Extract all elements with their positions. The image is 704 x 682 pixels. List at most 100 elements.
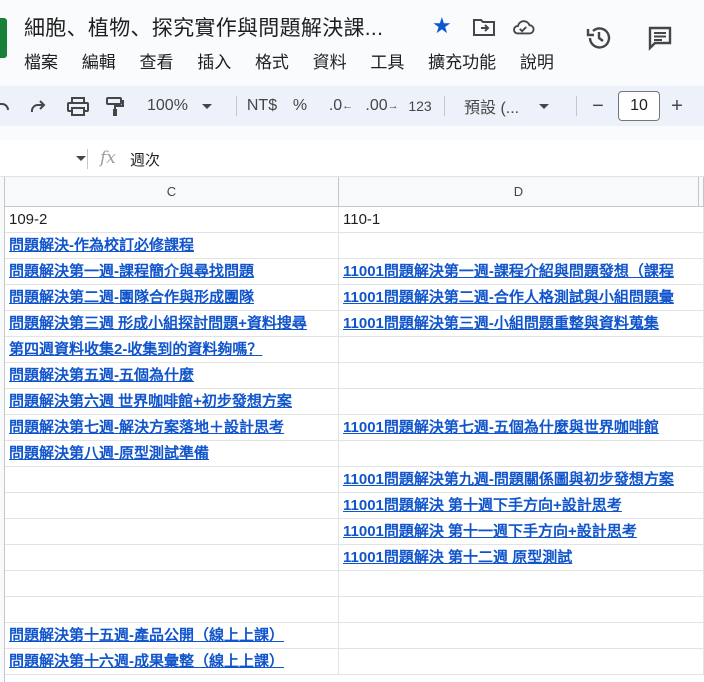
menu-data[interactable]: 資料 (313, 53, 347, 72)
cell-d[interactable] (339, 363, 704, 388)
arrow-left-icon: ← (342, 100, 354, 112)
table-row: 問題解決第三週 形成小組探討問題+資料搜尋 11001問題解決第三週-小組問題重整… (5, 311, 704, 337)
cell-d[interactable]: 11001問題解決第一週-課程介紹與問題發想（課程 (339, 259, 704, 284)
table-row (5, 597, 704, 623)
cell-c[interactable]: 109-2 (5, 207, 339, 232)
cell-c[interactable]: 問題解決第五週-五個為什麼 (5, 363, 339, 388)
cell-c[interactable]: 問題解決第二週-團隊合作與形成團隊 (5, 285, 339, 310)
table-row: 11001問題解決 第十一週下手方向+設計思考 (5, 519, 704, 545)
cell-d[interactable]: 11001問題解決第二週-合作人格測試與小組問題彙 (339, 285, 704, 310)
cell-c[interactable] (5, 545, 339, 570)
cell-d[interactable]: 110-1 (339, 207, 704, 232)
cell-c[interactable]: 問題解決第十六週-成果彙整（線上上課） (5, 649, 339, 674)
chevron-down-icon (539, 103, 550, 109)
print-icon[interactable] (66, 86, 90, 126)
cell-c[interactable] (5, 571, 339, 596)
cell-c[interactable]: 問題解決第一週-課程簡介與尋找問題 (5, 259, 339, 284)
cell-d[interactable] (339, 623, 704, 648)
increase-decimal-label: .00 (365, 97, 388, 114)
table-row: 問題解決第六週 世界咖啡館+初步發想方案 (5, 389, 704, 415)
chevron-down-icon (201, 103, 212, 109)
number-format-button[interactable]: 123 (406, 86, 434, 126)
name-box-chevron-icon[interactable] (76, 156, 86, 161)
cell-d[interactable]: 11001問題解決 第十一週下手方向+設計思考 (339, 519, 704, 544)
fx-icon: fx (100, 148, 116, 168)
increase-decimal-button[interactable]: .00 → (365, 86, 399, 126)
font-family-select[interactable]: 預設 (... (464, 86, 564, 126)
menu-view[interactable]: 查看 (139, 53, 173, 72)
column-header-d[interactable]: D (339, 177, 699, 207)
cell-d[interactable]: 11001問題解決第三週-小組問題重整與資料蒐集 (339, 311, 704, 336)
cell-d[interactable] (339, 389, 704, 414)
menu-insert[interactable]: 插入 (197, 53, 231, 72)
currency-format-button[interactable]: NT$ (246, 86, 278, 126)
cell-c[interactable]: 問題解決第三週 形成小組探討問題+資料搜尋 (5, 311, 339, 336)
app-header: 細胞、植物、探究實作與問題解決課... ★ 檔案 編輯 查看 插入 格式 資料 … (0, 0, 704, 80)
table-row: 問題解決第一週-課程簡介與尋找問題 11001問題解決第一週-課程介紹與問題發想（… (5, 259, 704, 285)
table-row: 11001問題解決 第十二週 原型測試 (5, 545, 704, 571)
formula-input[interactable]: 週次 (130, 149, 160, 170)
percent-format-button[interactable]: % (290, 86, 310, 126)
column-header-e[interactable] (699, 177, 704, 207)
table-row (5, 571, 704, 597)
table-row: 11001問題解決第九週-問題關係圖與初步發想方案 (5, 467, 704, 493)
table-row: 問題解決第十五週-產品公開（線上上課） (5, 623, 704, 649)
redo-icon[interactable] (28, 86, 48, 126)
cell-d[interactable] (339, 337, 704, 362)
history-icon[interactable] (585, 24, 613, 52)
cell-d[interactable] (339, 441, 704, 466)
star-icon[interactable]: ★ (432, 14, 452, 38)
toolbar-divider (444, 96, 445, 116)
cell-d[interactable] (339, 233, 704, 258)
increase-font-size-button[interactable]: + (667, 86, 687, 126)
decrease-font-size-button[interactable]: − (588, 86, 608, 126)
undo-icon[interactable] (0, 86, 14, 126)
menu-help[interactable]: 說明 (520, 53, 554, 72)
column-header-c[interactable]: C (5, 177, 339, 207)
table-row: 問題解決第二週-團隊合作與形成團隊 11001問題解決第二週-合作人格測試與小組問… (5, 285, 704, 311)
menu-tools[interactable]: 工具 (370, 53, 404, 72)
sheets-logo[interactable] (0, 18, 7, 58)
table-row: 問題解決第五週-五個為什麼 (5, 363, 704, 389)
cell-c[interactable]: 問題解決第六週 世界咖啡館+初步發想方案 (5, 389, 339, 414)
font-size-input[interactable]: 10 (618, 91, 660, 121)
menu-file[interactable]: 檔案 (24, 53, 58, 72)
cell-d[interactable]: 11001問題解決第九週-問題關係圖與初步發想方案 (339, 467, 704, 492)
cell-c[interactable]: 第四週資料收集2-收集到的資料夠嗎？ (5, 337, 339, 362)
menu-bar: 檔案 編輯 查看 插入 格式 資料 工具 擴充功能 說明 (24, 48, 573, 73)
cell-c[interactable]: 問題解決第七週-解決方案落地＋設計思考 (5, 415, 339, 440)
formula-divider (87, 149, 88, 169)
menu-extensions[interactable]: 擴充功能 (428, 53, 496, 72)
cell-d[interactable]: 11001問題解決第七週-五個為什麼與世界咖啡館 (339, 415, 704, 440)
cell-d[interactable] (339, 597, 704, 622)
move-to-folder-icon[interactable] (472, 16, 496, 38)
cell-c[interactable]: 問題解決第十五週-產品公開（線上上課） (5, 623, 339, 648)
comments-icon[interactable] (646, 24, 674, 52)
cell-c[interactable]: 問題解決-作為校訂必修課程 (5, 233, 339, 258)
menu-edit[interactable]: 編輯 (82, 53, 116, 72)
toolbar-divider (576, 96, 577, 116)
cloud-saved-icon[interactable] (511, 16, 535, 38)
cell-c[interactable]: 問題解決第八週-原型測試準備 (5, 441, 339, 466)
zoom-select[interactable]: 100% (147, 86, 227, 126)
cell-d[interactable]: 11001問題解決 第十二週 原型測試 (339, 545, 704, 570)
table-row: 問題解決第七週-解決方案落地＋設計思考 11001問題解決第七週-五個為什麼與世界… (5, 415, 704, 441)
cell-d[interactable] (339, 571, 704, 596)
cell-d[interactable]: 11001問題解決 第十週下手方向+設計思考 (339, 493, 704, 518)
cell-c[interactable] (5, 467, 339, 492)
table-row: 第四週資料收集2-收集到的資料夠嗎？ (5, 337, 704, 363)
document-title[interactable]: 細胞、植物、探究實作與問題解決課... (24, 12, 383, 42)
cell-c[interactable] (5, 519, 339, 544)
table-row: 問題解決第十六週-成果彙整（線上上課） (5, 649, 704, 675)
toolbar: 100% NT$ % .0 ← .00 → 123 預設 (... − 10 + (0, 86, 704, 126)
decrease-decimal-button[interactable]: .0 ← (328, 86, 354, 126)
formula-bar: fx 週次 (0, 140, 704, 177)
paint-format-icon[interactable] (104, 86, 126, 126)
menu-format[interactable]: 格式 (255, 53, 289, 72)
cell-c[interactable] (5, 493, 339, 518)
toolbar-divider (236, 96, 237, 116)
cell-c[interactable] (5, 597, 339, 622)
arrow-right-icon: → (387, 100, 399, 112)
cell-d[interactable] (339, 649, 704, 674)
decrease-decimal-label: .0 (328, 97, 343, 114)
